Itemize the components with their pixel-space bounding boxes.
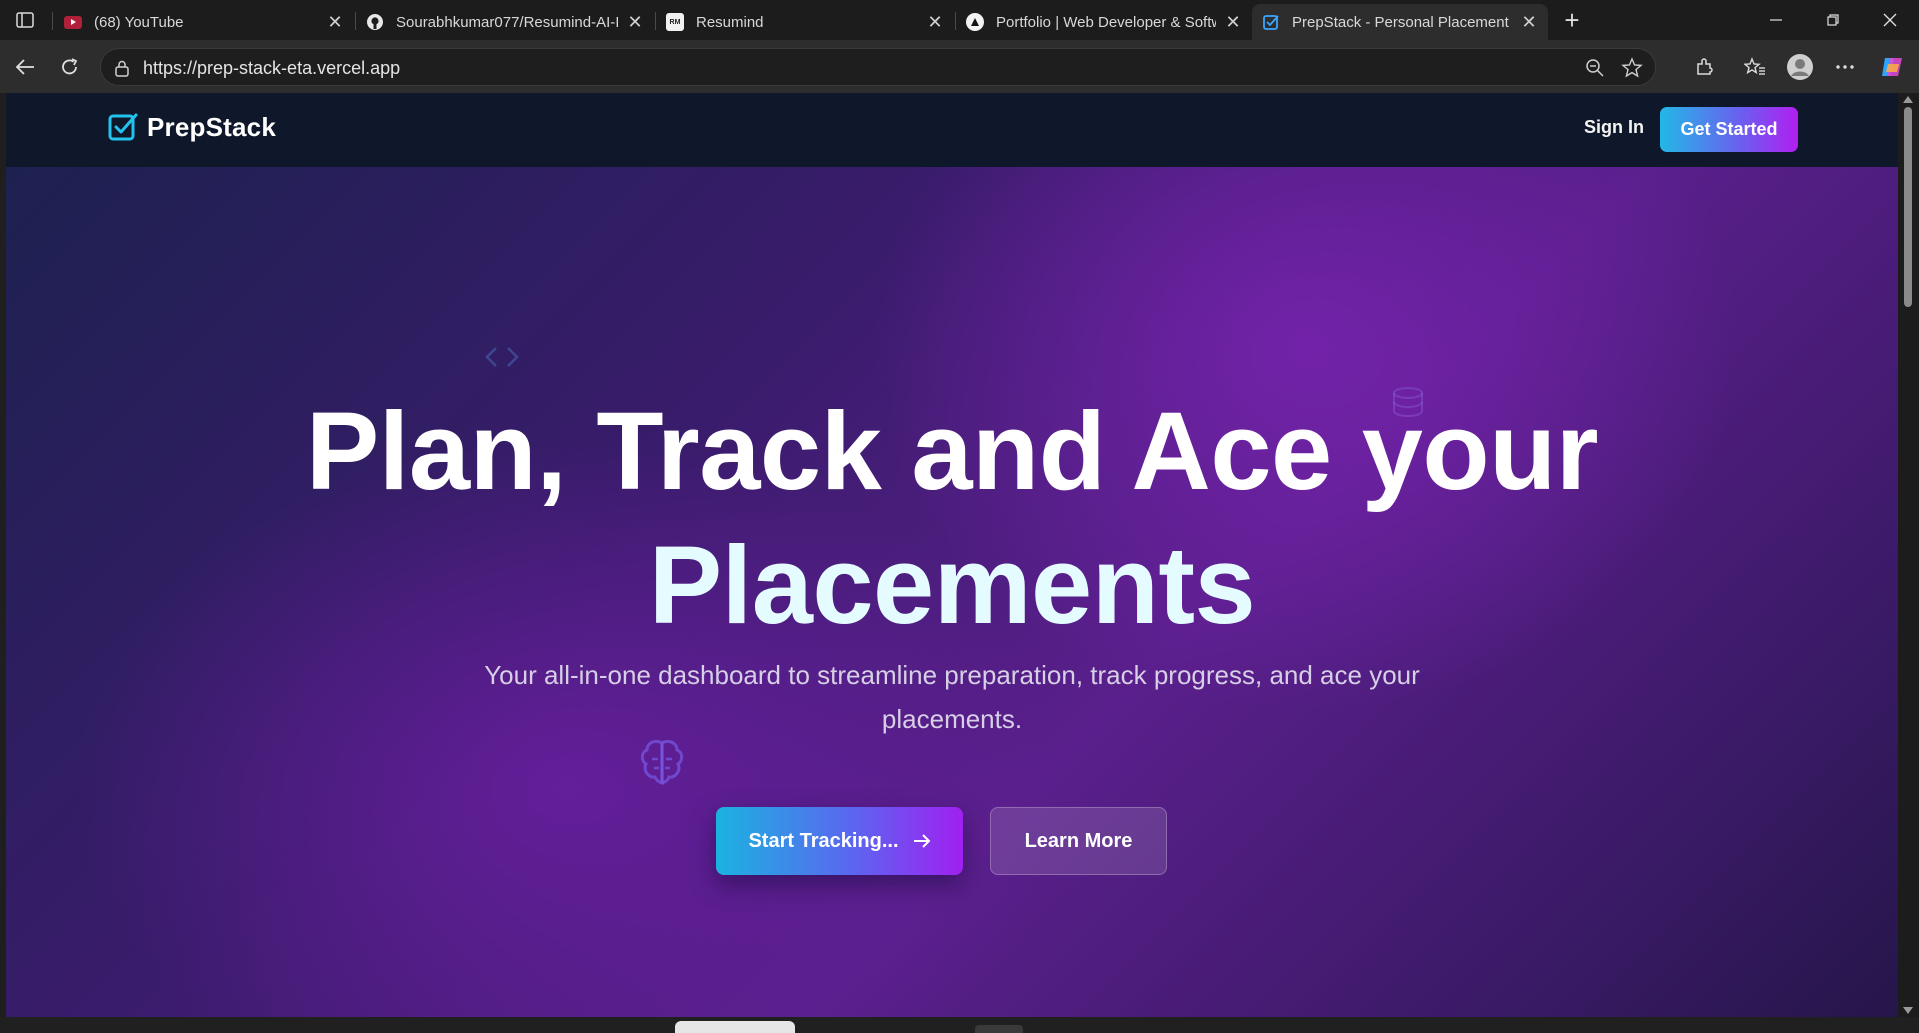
tab-github[interactable]: Sourabhkumar077/Resumind-AI-I ✕ <box>356 4 654 40</box>
tab-title: Portfolio | Web Developer & Softw <box>996 13 1216 31</box>
arrow-right-icon <box>913 834 930 848</box>
url-text[interactable]: https://prep-stack-eta.vercel.app <box>143 58 400 79</box>
new-tab-button[interactable]: + <box>1558 5 1586 35</box>
taskbar-edge <box>0 1017 1919 1033</box>
close-icon[interactable]: ✕ <box>326 12 344 32</box>
favorite-star-icon[interactable] <box>1621 57 1643 79</box>
start-tracking-label: Start Tracking... <box>748 829 899 852</box>
page-scrollbar[interactable] <box>1898 93 1919 1017</box>
copilot-icon[interactable] <box>1875 50 1909 84</box>
browser-toolbar: https://prep-stack-eta.vercel.app <box>0 40 1919 93</box>
github-icon <box>366 13 384 31</box>
profile-avatar-icon[interactable] <box>1783 50 1817 84</box>
tab-strip: (68) YouTube ✕ Sourabhkumar077/Resumind-… <box>0 0 1919 40</box>
checkbox-logo-icon <box>108 113 138 141</box>
favorites-icon[interactable] <box>1738 50 1772 84</box>
tab-title: Resumind <box>696 13 764 31</box>
tab-title: PrepStack - Personal Placement Tr <box>1292 13 1512 31</box>
close-icon[interactable]: ✕ <box>1224 12 1242 32</box>
tab-resumind[interactable]: RM Resumind ✕ <box>656 4 954 40</box>
code-brackets-icon <box>485 347 519 367</box>
site-navbar: PrepStack Sign In Get Started <box>6 93 1898 167</box>
tab-title: (68) YouTube <box>94 13 184 31</box>
tab-title: Sourabhkumar077/Resumind-AI-I <box>396 13 618 31</box>
tab-separator <box>52 12 53 30</box>
extensions-icon[interactable] <box>1687 50 1721 84</box>
sidebar-toggle-icon[interactable] <box>10 8 40 32</box>
zoom-out-icon[interactable] <box>1585 58 1605 78</box>
site-info-icon[interactable] <box>113 59 131 77</box>
hero-title-line-2: Placements <box>648 524 1256 647</box>
window-close-icon[interactable] <box>1862 0 1918 40</box>
close-icon[interactable]: ✕ <box>626 12 644 32</box>
tab-prepstack[interactable]: PrepStack - Personal Placement Tr ✕ <box>1252 4 1548 40</box>
hero-title-line-1: Plan, Track and Ace your <box>305 390 1599 513</box>
back-icon[interactable] <box>8 50 42 84</box>
brand-name: PrepStack <box>147 111 276 142</box>
sign-in-link[interactable]: Sign In <box>1584 117 1644 138</box>
minimize-icon[interactable] <box>1748 0 1804 40</box>
hero-subtitle-line-1: Your all-in-one dashboard to streamline … <box>484 660 1420 690</box>
hero-subtitle-line-2: placements. <box>881 704 1023 734</box>
scroll-down-icon[interactable] <box>1903 1007 1913 1014</box>
taskbar-item <box>975 1025 1023 1033</box>
reload-icon[interactable] <box>53 50 87 84</box>
taskbar-item <box>675 1021 795 1033</box>
more-options-icon[interactable] <box>1828 50 1862 84</box>
prepstack-icon <box>1262 13 1280 31</box>
address-bar[interactable]: https://prep-stack-eta.vercel.app <box>100 48 1656 86</box>
learn-more-button[interactable]: Learn More <box>990 807 1167 875</box>
hero-title: Plan, Track and Ace your Placements <box>6 385 1898 653</box>
brain-icon <box>640 739 684 785</box>
resumind-icon: RM <box>666 13 684 31</box>
close-icon[interactable]: ✕ <box>926 12 944 32</box>
hero-section: Plan, Track and Ace your Placements Your… <box>6 167 1898 1017</box>
scrollbar-thumb[interactable] <box>1904 107 1912 307</box>
brand-logo[interactable]: PrepStack <box>107 111 276 143</box>
tab-youtube[interactable]: (68) YouTube ✕ <box>54 4 354 40</box>
get-started-button[interactable]: Get Started <box>1660 107 1798 152</box>
restore-icon[interactable] <box>1805 0 1861 40</box>
hero-subtitle: Your all-in-one dashboard to streamline … <box>452 653 1452 741</box>
scroll-up-icon[interactable] <box>1903 96 1913 103</box>
close-icon[interactable]: ✕ <box>1520 12 1538 32</box>
page-viewport: PrepStack Sign In Get Started Plan, Trac… <box>6 93 1898 1017</box>
tab-portfolio[interactable]: Portfolio | Web Developer & Softw ✕ <box>956 4 1252 40</box>
triangle-icon <box>966 13 984 31</box>
start-tracking-button[interactable]: Start Tracking... <box>716 807 963 875</box>
youtube-icon <box>64 15 82 29</box>
